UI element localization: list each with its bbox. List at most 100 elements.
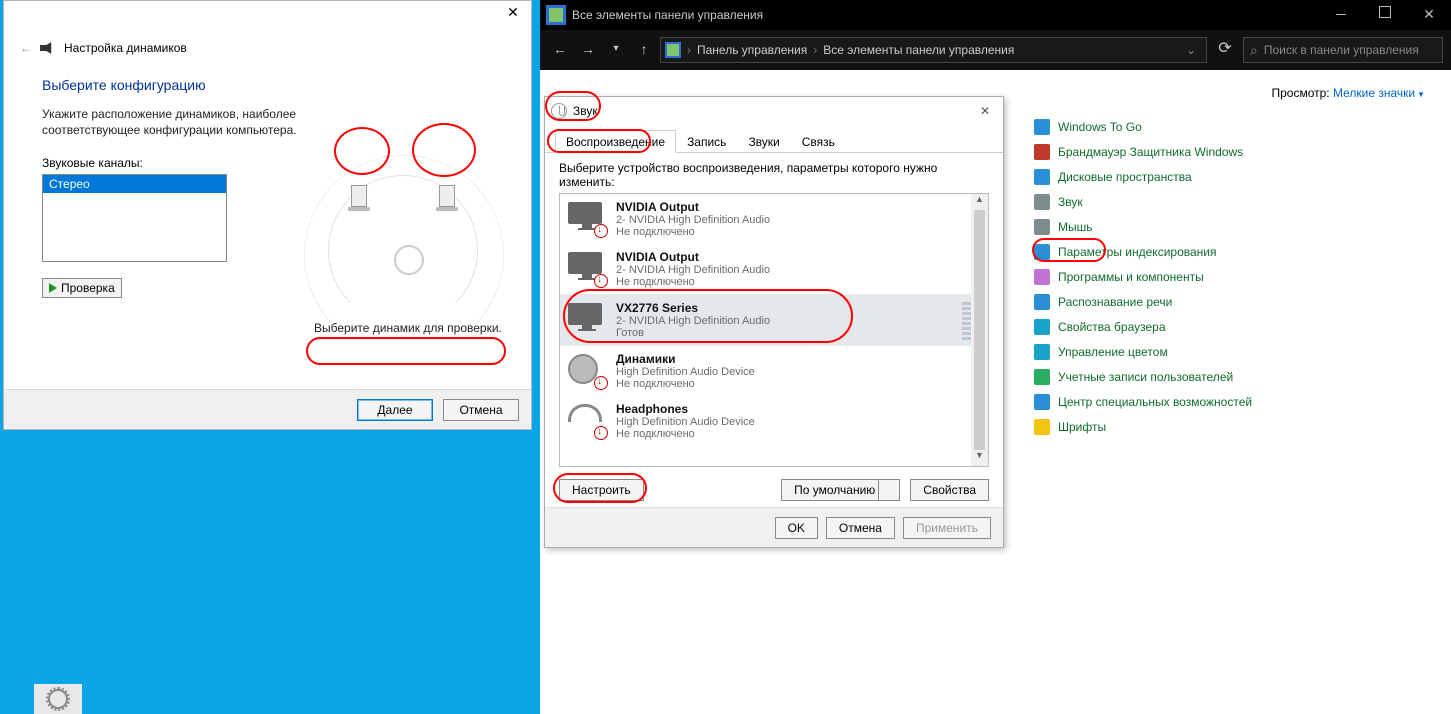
cp-item[interactable]: Мышь [1034, 214, 1431, 239]
cp-item[interactable]: Дисковые пространства [1034, 164, 1431, 189]
properties-button[interactable]: Свойства [910, 479, 989, 501]
cp-item[interactable]: Windows To Go [1034, 114, 1431, 139]
cp-item[interactable]: Учетные записи пользователей [1034, 364, 1431, 389]
set-default-button[interactable]: По умолчанию [781, 479, 900, 501]
address-bar[interactable]: › Панель управления › Все элементы панел… [660, 37, 1207, 63]
cp-item[interactable]: Шрифты [1034, 414, 1431, 439]
nav-up-button[interactable]: ↑ [632, 38, 656, 62]
wizard-title: Выберите конфигурацию [42, 77, 507, 93]
window-minimize-button[interactable] [1319, 0, 1363, 30]
refresh-button[interactable]: ⟳ [1211, 37, 1239, 63]
ok-button[interactable]: OK [775, 517, 818, 539]
taskbar-settings-icon[interactable] [34, 684, 82, 714]
cp-titlebar[interactable]: Все элементы панели управления ✕ [540, 0, 1451, 30]
device-sub: 2- NVIDIA High Definition Audio [616, 315, 770, 327]
cp-item-label: Windows To Go [1058, 120, 1142, 134]
unplugged-badge-icon [594, 274, 608, 288]
scroll-up-button[interactable]: ▲ [971, 194, 988, 210]
device-name: VX2776 Series [616, 301, 770, 315]
breadcrumb-1[interactable]: Панель управления [697, 43, 807, 57]
play-icon [49, 283, 57, 293]
cp-item[interactable]: Свойства браузера [1034, 314, 1431, 339]
search-box[interactable]: Поиск в панели управления [1243, 37, 1443, 63]
device-name: Headphones [616, 402, 755, 416]
window-maximize-button[interactable] [1363, 0, 1407, 30]
device-name: NVIDIA Output [616, 200, 770, 214]
cp-titlebar-text: Все элементы панели управления [572, 8, 763, 22]
device-text: VX2776 Series2- NVIDIA High Definition A… [616, 301, 770, 339]
chevron-down-icon [885, 488, 893, 493]
device-row[interactable]: ДинамикиHigh Definition Audio DeviceНе п… [560, 346, 988, 396]
cp-item[interactable]: Программы и компоненты [1034, 264, 1431, 289]
device-row[interactable]: HeadphonesHigh Definition Audio DeviceНе… [560, 396, 988, 446]
cp-item-label: Дисковые пространства [1058, 170, 1192, 184]
cp-item[interactable]: Управление цветом [1034, 339, 1431, 364]
device-list[interactable]: NVIDIA Output 2- NVIDIA High Definition A… [559, 193, 989, 467]
nav-forward-button[interactable]: → [576, 38, 600, 62]
cp-item-label: Звук [1058, 195, 1083, 209]
wizard-header: ← Настройка динамиков [4, 29, 531, 55]
device-icon [568, 202, 606, 236]
cp-item[interactable]: Параметры индексирования [1034, 239, 1431, 264]
cp-item-icon [1034, 394, 1050, 410]
cp-item-icon [1034, 269, 1050, 285]
device-icon [568, 354, 606, 388]
window-close-button[interactable]: ✕ [1407, 0, 1451, 30]
cp-item[interactable]: Брандмауэр Защитника Windows [1034, 139, 1431, 164]
speaker-left-icon[interactable] [346, 185, 372, 219]
cp-item-label: Параметры индексирования [1058, 245, 1216, 259]
cp-item-icon [1034, 244, 1050, 260]
nav-history-button[interactable]: ▾ [604, 38, 628, 62]
unplugged-badge-icon [594, 426, 608, 440]
search-icon [1250, 42, 1258, 59]
cp-item-label: Программы и компоненты [1058, 270, 1204, 284]
cp-item-icon [1034, 194, 1050, 210]
device-icon [568, 303, 606, 337]
wizard-header-text: Настройка динамиков [64, 41, 187, 55]
scroll-thumb[interactable] [974, 210, 985, 450]
device-text: HeadphonesHigh Definition Audio DeviceНе… [616, 402, 755, 440]
audio-channels-list[interactable]: Стерео [42, 174, 227, 262]
tab-playback[interactable]: Воспроизведение [555, 130, 676, 153]
sound-footer: OK Отмена Применить [545, 507, 1003, 547]
tab-recording[interactable]: Запись [676, 130, 737, 153]
configure-button[interactable]: Настроить [559, 479, 644, 501]
cancel-button[interactable]: Отмена [443, 399, 519, 421]
channel-option-stereo[interactable]: Стерео [43, 175, 226, 193]
device-name: NVIDIA Output [616, 250, 770, 264]
device-row[interactable]: VX2776 Series2- NVIDIA High Definition A… [560, 294, 988, 346]
cancel-button[interactable]: Отмена [826, 517, 895, 539]
device-sub: High Definition Audio Device [616, 416, 755, 428]
device-name: Динамики [616, 352, 755, 366]
cp-item-label: Распознавание речи [1058, 295, 1172, 309]
speaker-right-icon[interactable] [434, 185, 460, 219]
device-row[interactable]: NVIDIA Output2- NVIDIA High Definition A… [560, 244, 988, 294]
scroll-down-button[interactable]: ▼ [971, 450, 988, 466]
wizard-close-button[interactable]: ✕ [499, 1, 527, 25]
sound-titlebar[interactable]: Звук ✕ [545, 97, 1003, 125]
sound-close-button[interactable]: ✕ [973, 104, 997, 118]
device-text: NVIDIA Output2- NVIDIA High Definition A… [616, 250, 770, 288]
cp-item[interactable]: Центр специальных возможностей [1034, 389, 1431, 414]
nav-back-button[interactable]: ← [548, 38, 572, 62]
device-row[interactable]: NVIDIA Output2- NVIDIA High Definition A… [560, 194, 988, 244]
cp-item[interactable]: Звук [1034, 189, 1431, 214]
scrollbar[interactable]: ▲ ▼ [971, 194, 988, 466]
breadcrumb-2[interactable]: Все элементы панели управления [823, 43, 1014, 57]
next-button[interactable]: Далее [357, 399, 433, 421]
view-value[interactable]: Мелкие значки [1333, 86, 1415, 100]
cp-item[interactable]: Распознавание речи [1034, 289, 1431, 314]
test-button[interactable]: Проверка [42, 278, 122, 298]
device-status: Не подключено [616, 276, 770, 288]
speaker-setup-wizard: ✕ ← Настройка динамиков Выберите конфигу… [3, 0, 532, 430]
tab-sounds[interactable]: Звуки [737, 130, 790, 153]
cp-item-icon [1034, 169, 1050, 185]
cp-item-icon [1034, 319, 1050, 335]
view-label: Просмотр: [1271, 86, 1329, 100]
sound-dialog: Звук ✕ Воспроизведение Запись Звуки Связ… [544, 96, 1004, 548]
view-selector[interactable]: Просмотр: Мелкие значки▼ [1271, 86, 1425, 100]
apply-button[interactable]: Применить [903, 517, 991, 539]
address-drop-icon[interactable]: ⌄ [1180, 43, 1202, 57]
tab-communications[interactable]: Связь [791, 130, 846, 153]
back-arrow-icon[interactable]: ← [20, 41, 32, 55]
